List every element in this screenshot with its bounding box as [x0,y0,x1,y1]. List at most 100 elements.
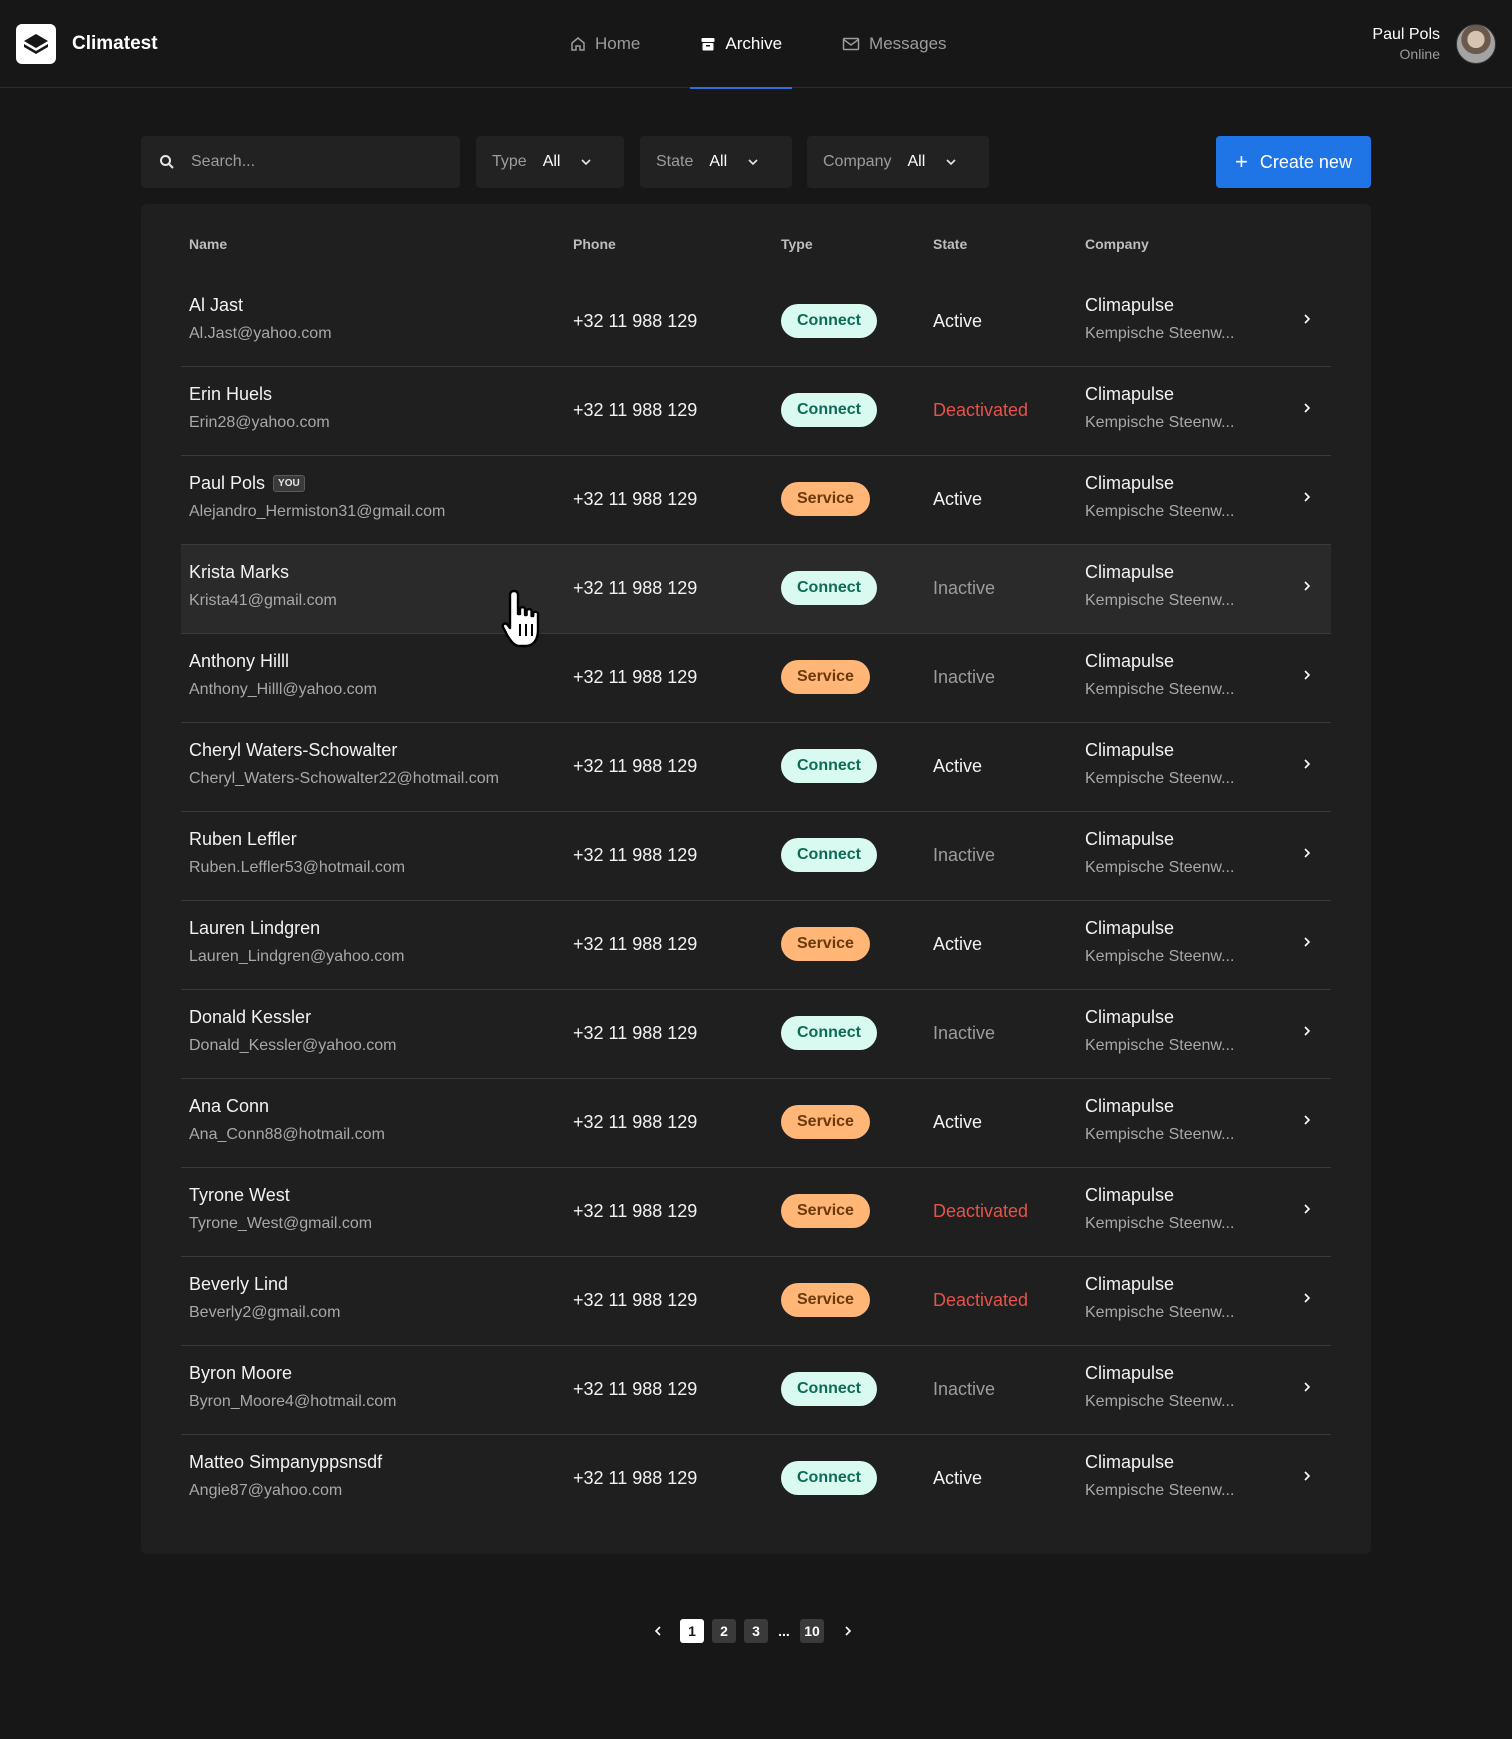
row-open-button[interactable] [1303,401,1311,419]
filter-type[interactable]: Type All [476,136,624,188]
row-open-button[interactable] [1303,579,1311,597]
page-button-2[interactable]: 2 [712,1619,736,1643]
home-icon [571,37,585,51]
nav-home[interactable]: Home [560,0,650,88]
page-button-1[interactable]: 1 [680,1619,704,1643]
user-menu[interactable]: Paul Pols Online [1372,24,1496,64]
table-row[interactable]: Ruben Leffler Ruben.Leffler53@hotmail.co… [181,812,1331,901]
name-cell: Ana Conn Ana_Conn88@hotmail.com [189,1096,385,1144]
company-name: Climapulse [1085,1096,1175,1116]
filter-company-label: Company [823,153,892,170]
page-button-3[interactable]: 3 [744,1619,768,1643]
nav-home-label: Home [595,34,641,53]
row-open-button[interactable] [1303,668,1311,686]
row-open-button[interactable] [1303,1113,1311,1131]
name-line: Beverly Lind [189,1274,340,1295]
avatar[interactable] [1456,24,1496,64]
state-text: Deactivated [933,1201,1029,1221]
user-name: Paul Pols [1372,26,1440,43]
state-text: Deactivated [933,400,1029,420]
row-open-button[interactable] [1303,312,1311,330]
contact-name: Paul Pols [189,473,266,493]
brand[interactable]: Climatest [16,24,158,64]
company-address: Kempische Steenw... [1085,1482,1235,1499]
page-button-last[interactable]: 10 [800,1619,824,1643]
chevron-right-icon [1304,1115,1311,1125]
search-input[interactable] [191,153,431,171]
company-cell: Climapulse Kempische Steenw... [1085,918,1234,966]
filter-state[interactable]: State All [640,136,792,188]
contact-phone: +32 11 988 129 [573,311,698,331]
column-header-state[interactable]: State [933,236,967,252]
name-line: Cheryl Waters-Schowalter [189,740,499,761]
chevron-right-icon [1304,492,1311,502]
chevron-down-icon [581,159,592,166]
company-address: Kempische Steenw... [1085,859,1235,876]
next-page-button[interactable] [838,1618,858,1644]
logo-icon [16,24,56,64]
chevron-right-icon [1304,1471,1311,1481]
search-box[interactable] [141,136,460,188]
company-cell: Climapulse Kempische Steenw... [1085,829,1234,877]
contact-name: Donald Kessler [189,1007,312,1027]
row-open-button[interactable] [1303,1024,1311,1042]
row-open-button[interactable] [1303,1291,1311,1309]
column-header-name[interactable]: Name [189,236,227,252]
company-address: Kempische Steenw... [1085,948,1235,965]
nav-messages-label: Messages [869,34,947,53]
table-row[interactable]: Ana Conn Ana_Conn88@hotmail.com +32 11 9… [181,1079,1331,1168]
name-line: Ana Conn [189,1096,385,1117]
row-open-button[interactable] [1303,1380,1311,1398]
type-badge: Connect [781,393,877,427]
contacts-table: Name Phone Type State Company Al Jast Al… [141,204,1371,1554]
table-row[interactable]: Paul Pols YOU Alejandro_Hermiston31@gmai… [181,456,1331,545]
type-badge: Service [781,1194,870,1228]
pagination: 1 2 3 ... 10 [648,1618,858,1644]
nav-archive-label: Archive [725,34,783,53]
column-header-company[interactable]: Company [1085,236,1149,252]
company-cell: Climapulse Kempische Steenw... [1085,473,1234,521]
table-row[interactable]: Erin Huels Erin28@yahoo.com +32 11 988 1… [181,367,1331,456]
company-cell: Climapulse Kempische Steenw... [1085,384,1234,432]
table-row[interactable]: Al Jast Al.Jast@yahoo.com +32 11 988 129… [181,278,1331,367]
table-row[interactable]: Anthony Hilll Anthony_Hilll@yahoo.com +3… [181,634,1331,723]
name-cell: Paul Pols YOU Alejandro_Hermiston31@gmai… [189,473,445,521]
chevron-right-icon [1304,581,1311,591]
row-open-button[interactable] [1303,1202,1311,1220]
contact-email: Al.Jast@yahoo.com [189,325,332,342]
column-header-phone[interactable]: Phone [573,236,616,252]
column-header-type[interactable]: Type [781,236,813,252]
contact-phone: +32 11 988 129 [573,934,698,954]
previous-page-button[interactable] [648,1618,668,1644]
state-text: Active [933,934,983,954]
table-row[interactable]: Donald Kessler Donald_Kessler@yahoo.com … [181,990,1331,1079]
create-new-button[interactable]: + Create new [1216,136,1371,188]
table-row[interactable]: Matteo Simpanyppsnsdf Angie87@yahoo.com … [181,1435,1331,1524]
contact-email: Erin28@yahoo.com [189,414,330,431]
contact-email: Tyrone_West@gmail.com [189,1215,373,1232]
name-line: Donald Kessler [189,1007,396,1028]
row-open-button[interactable] [1303,846,1311,864]
row-open-button[interactable] [1303,490,1311,508]
chevron-right-icon [1304,314,1311,324]
contact-name: Al Jast [189,295,244,315]
filter-company[interactable]: Company All [807,136,989,188]
top-bar: Climatest Home Archive Messages Paul Pol… [0,0,1512,89]
name-line: Tyrone West [189,1185,372,1206]
row-open-button[interactable] [1303,757,1311,775]
state-text: Inactive [933,1023,996,1043]
type-cell: Connect [781,1461,877,1495]
table-row[interactable]: Tyrone West Tyrone_West@gmail.com +32 11… [181,1168,1331,1257]
table-row[interactable]: Cheryl Waters-Schowalter Cheryl_Waters-S… [181,723,1331,812]
table-row[interactable]: Beverly Lind Beverly2@gmail.com +32 11 9… [181,1257,1331,1346]
table-row[interactable]: Byron Moore Byron_Moore4@hotmail.com +32… [181,1346,1331,1435]
archive-icon [701,38,715,51]
nav-messages[interactable]: Messages [832,0,956,88]
row-open-button[interactable] [1303,1469,1311,1487]
page-ellipsis: ... [778,1623,790,1639]
table-row[interactable]: Lauren Lindgren Lauren_Lindgren@yahoo.co… [181,901,1331,990]
table-row[interactable]: Krista Marks Krista41@gmail.com +32 11 9… [181,545,1331,634]
name-line: Krista Marks [189,562,337,583]
nav-archive[interactable]: Archive [690,0,792,89]
row-open-button[interactable] [1303,935,1311,953]
